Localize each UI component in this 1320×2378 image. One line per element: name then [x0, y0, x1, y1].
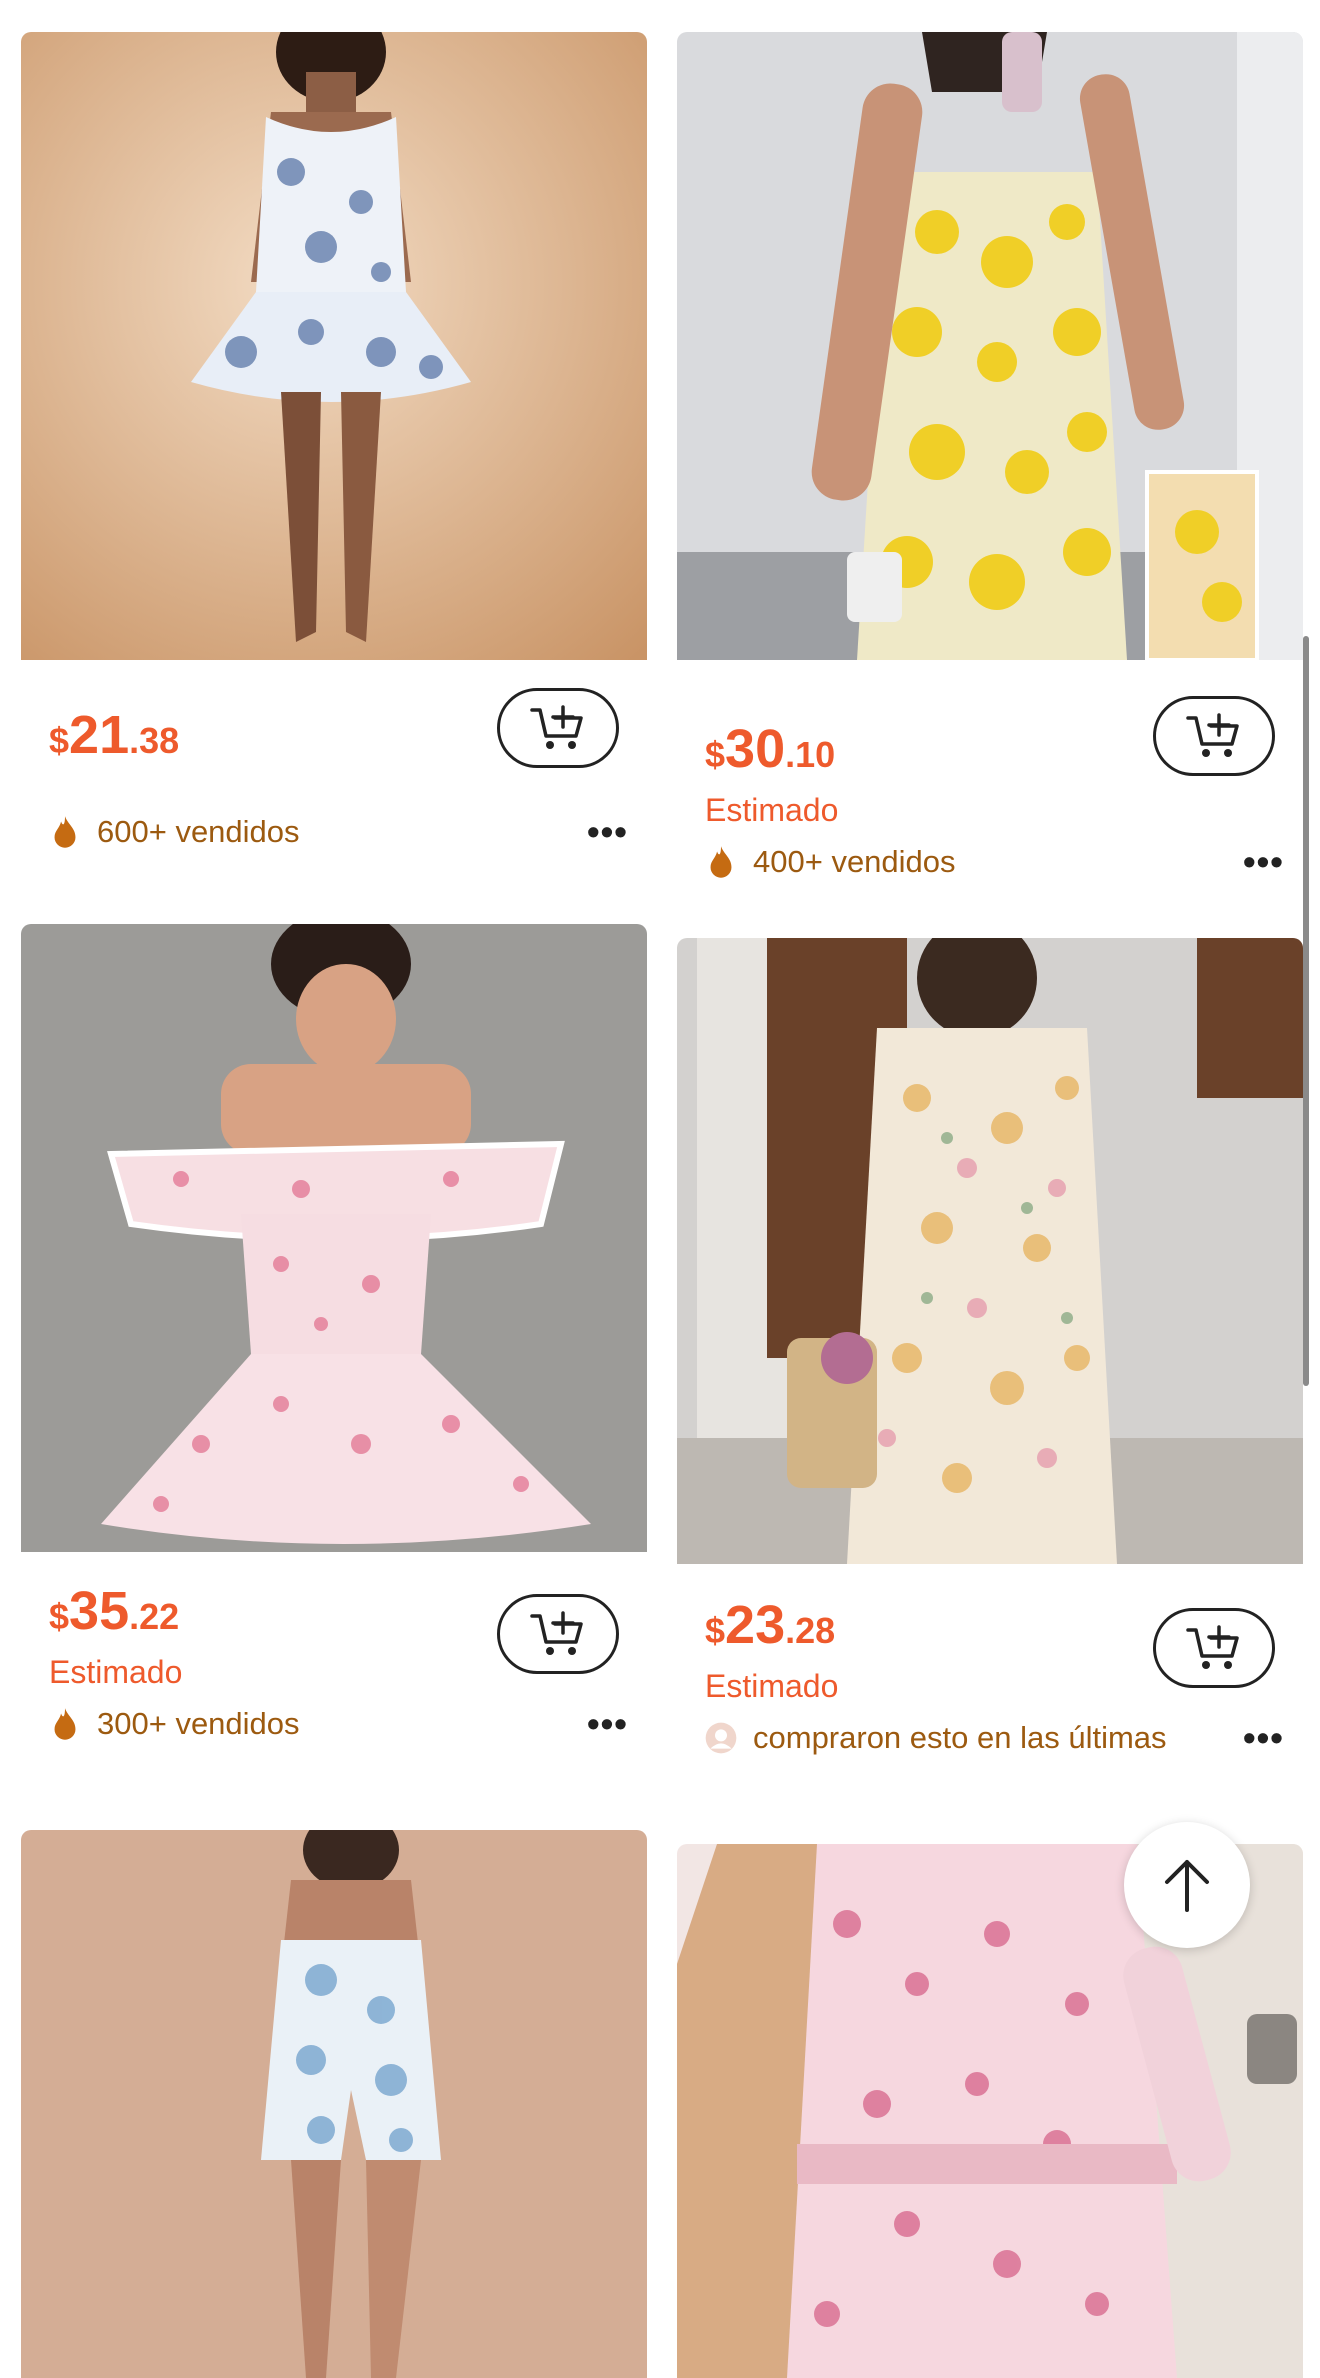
add-to-cart-button[interactable] [1153, 696, 1275, 776]
scroll-to-top-button[interactable] [1124, 1822, 1250, 1948]
price-currency: $ [705, 734, 726, 775]
product-image[interactable] [677, 938, 1303, 1564]
sales-count: 300+ vendidos [97, 1706, 300, 1741]
price-integer: 21 [69, 705, 130, 765]
product-price: $23.28 [705, 1598, 835, 1652]
product-image[interactable] [21, 924, 647, 1552]
user-icon [705, 1722, 737, 1754]
estimate-label: Estimado [705, 792, 839, 828]
more-dots-icon[interactable]: ••• [1243, 1720, 1283, 1756]
sales-count: compraron esto en las últimas [753, 1720, 1167, 1755]
product-card[interactable]: $21.38 600+ vendidos ••• [21, 32, 647, 872]
more-dots-icon[interactable]: ••• [587, 1706, 627, 1742]
sales-count: 400+ vendidos [753, 844, 956, 879]
price-integer: 30 [725, 719, 786, 779]
add-to-cart-icon [1186, 1625, 1239, 1669]
price-decimal: .22 [129, 1596, 180, 1637]
product-price: $21.38 [49, 708, 179, 762]
sales-info: compraron esto en las últimas ••• [705, 1718, 1283, 1758]
add-to-cart-button[interactable] [497, 688, 619, 768]
product-image[interactable] [21, 32, 647, 660]
add-to-cart-button[interactable] [1153, 1608, 1275, 1688]
scrollbar[interactable] [1303, 636, 1309, 1386]
estimate-label: Estimado [705, 1668, 839, 1704]
product-card[interactable] [21, 1830, 647, 2378]
price-decimal: .28 [785, 1610, 836, 1651]
product-image[interactable] [21, 1830, 647, 2378]
product-price: $35.22 [49, 1584, 179, 1638]
more-dots-icon[interactable]: ••• [1243, 844, 1283, 880]
more-dots-icon[interactable]: ••• [587, 814, 627, 850]
sales-count: 600+ vendidos [97, 814, 300, 849]
product-card[interactable]: $23.28 Estimado compraron esto en las úl… [677, 938, 1303, 1798]
price-decimal: .10 [785, 734, 836, 775]
price-integer: 23 [725, 1595, 786, 1655]
add-to-cart-icon [530, 705, 583, 749]
fire-icon [54, 1708, 76, 1740]
price-decimal: .38 [129, 720, 180, 761]
add-to-cart-button[interactable] [497, 1594, 619, 1674]
arrow-up-icon [1165, 1860, 1209, 1912]
add-to-cart-icon [530, 1611, 583, 1655]
fire-icon [54, 816, 76, 848]
product-price: $30.10 [705, 722, 835, 776]
sales-info: 300+ vendidos ••• [49, 1704, 627, 1744]
price-currency: $ [705, 1610, 726, 1651]
product-image[interactable] [677, 32, 1303, 660]
price-currency: $ [49, 720, 70, 761]
product-card[interactable]: $30.10 Estimado 400+ vendidos ••• [677, 32, 1303, 880]
product-card[interactable]: $35.22 Estimado 300+ vendidos ••• [21, 924, 647, 1784]
estimate-label: Estimado [49, 1654, 183, 1690]
sales-info: 600+ vendidos ••• [49, 812, 627, 852]
price-integer: 35 [69, 1581, 130, 1641]
price-currency: $ [49, 1596, 70, 1637]
add-to-cart-icon [1186, 713, 1239, 757]
fire-icon [710, 846, 732, 878]
sales-info: 400+ vendidos ••• [705, 842, 1283, 882]
